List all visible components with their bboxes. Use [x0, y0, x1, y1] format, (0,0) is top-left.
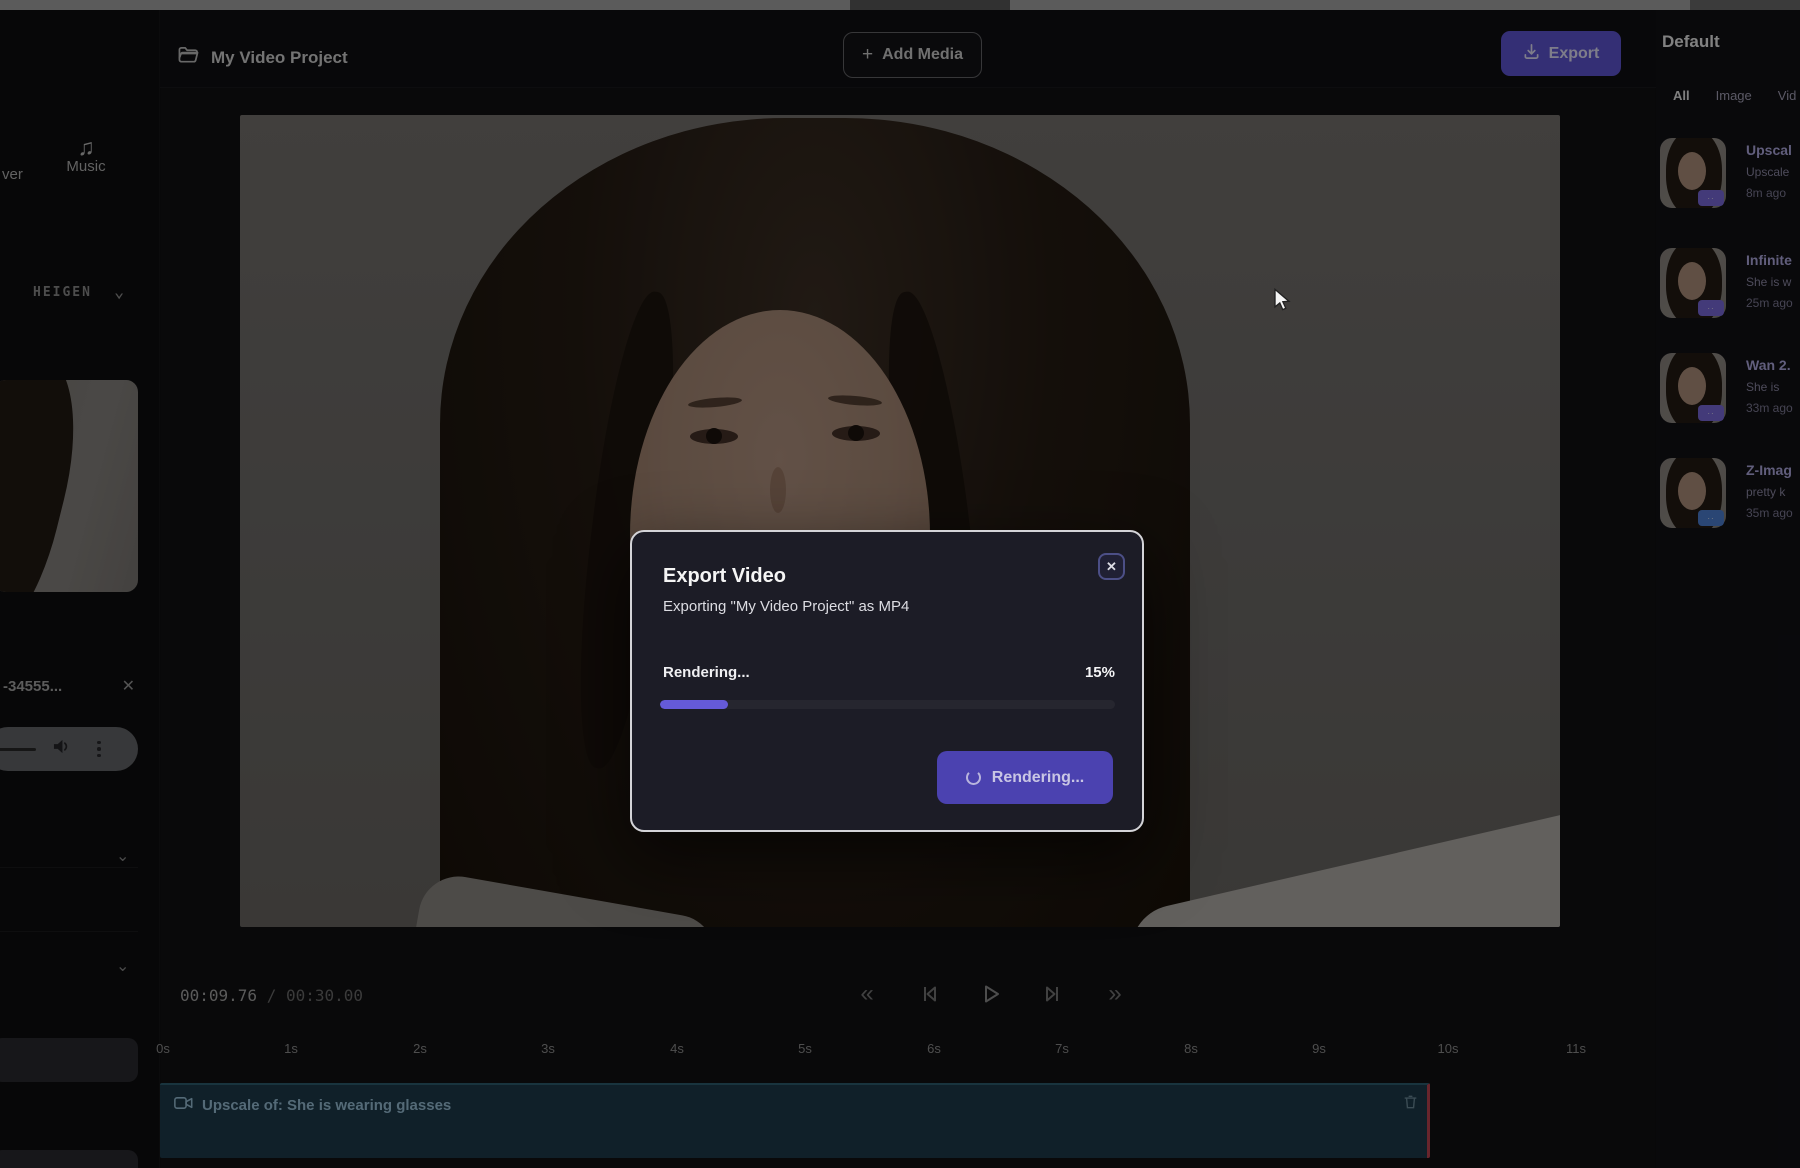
spinner-icon	[966, 770, 981, 785]
close-icon: ✕	[1106, 559, 1117, 575]
rendering-button-label: Rendering...	[992, 769, 1084, 787]
modal-subtitle: Exporting "My Video Project" as MP4	[663, 598, 909, 615]
close-button[interactable]: ✕	[1098, 553, 1125, 580]
mouse-cursor	[1272, 288, 1294, 317]
render-status-label: Rendering...	[663, 664, 750, 681]
modal-title: Export Video	[663, 565, 786, 588]
render-percent: 15%	[1085, 664, 1115, 681]
progress-fill	[660, 700, 728, 709]
export-video-modal: Export Video Exporting "My Video Project…	[630, 530, 1144, 832]
rendering-button[interactable]: Rendering...	[937, 751, 1113, 804]
progress-bar	[660, 700, 1115, 709]
video-editor-app: My Video Project + Add Media Export ver …	[0, 0, 1800, 1168]
